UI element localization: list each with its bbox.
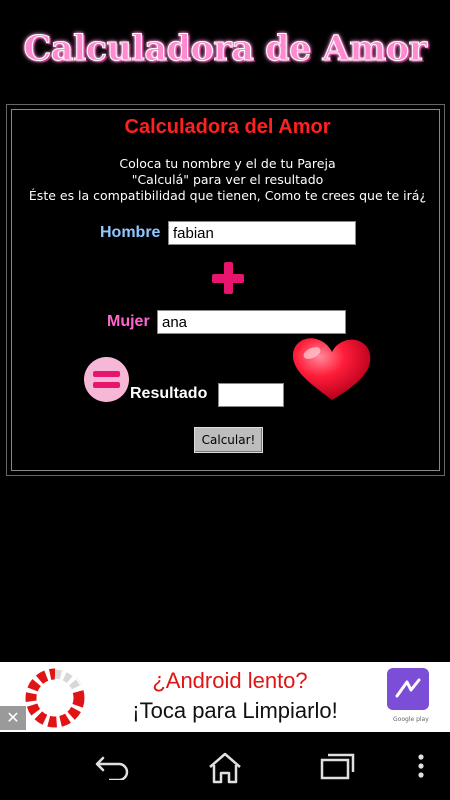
instruction-line-3: Éste es la compatibilidad que tienen, Co… xyxy=(28,188,427,203)
heart-icon xyxy=(292,338,371,400)
hombre-name-input[interactable] xyxy=(168,221,356,245)
ad-headline: ¿Android lento? xyxy=(152,668,308,693)
cleaner-ring-icon xyxy=(25,668,85,728)
ad-subline: ¡Toca para Limpiarlo! xyxy=(132,698,338,723)
hombre-label: Hombre xyxy=(100,224,161,241)
system-navigation-bar xyxy=(0,732,450,800)
ad-banner[interactable]: ¿Android lento? ¡Toca para Limpiarlo! Go… xyxy=(0,662,450,732)
calcular-button[interactable]: Calcular! xyxy=(194,427,263,453)
recents-icon[interactable] xyxy=(320,752,356,780)
plus-icon xyxy=(212,262,244,294)
resultado-label: Resultado xyxy=(130,385,208,402)
resultado-field xyxy=(218,383,284,407)
instruction-line-2: "Calculá" para ver el resultado xyxy=(131,172,324,187)
google-play-badge: Google play xyxy=(393,716,429,723)
mujer-name-input[interactable] xyxy=(157,310,346,334)
overflow-menu-icon[interactable] xyxy=(416,752,426,780)
ad-app-icon xyxy=(387,668,429,710)
mujer-label: Mujer xyxy=(107,313,150,330)
ad-close-button[interactable]: ✕ xyxy=(0,706,26,730)
app-title-logo: Calculadora de Amor xyxy=(23,28,428,70)
back-icon[interactable] xyxy=(95,752,131,780)
form-heading: Calculadora del Amor xyxy=(124,116,331,138)
home-icon[interactable] xyxy=(207,752,243,784)
equals-icon xyxy=(84,357,129,402)
instruction-line-1: Coloca tu nombre y el de tu Pareja xyxy=(119,156,336,171)
